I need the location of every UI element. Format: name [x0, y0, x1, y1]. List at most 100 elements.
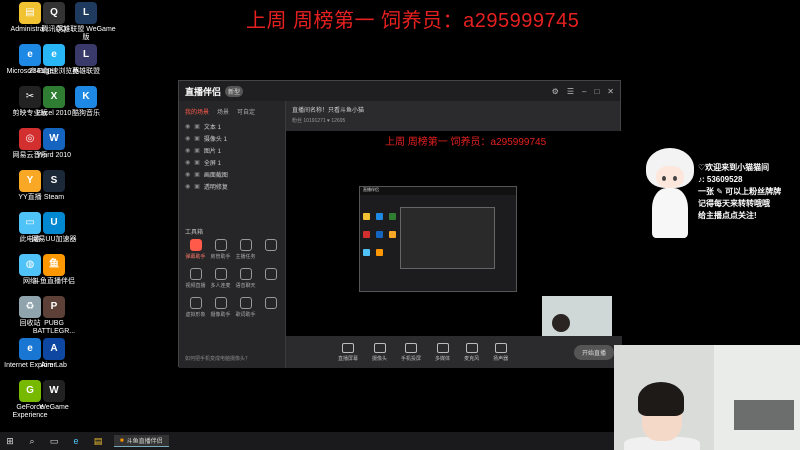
lock-icon[interactable]: ▣: [194, 159, 200, 166]
promo-line: 给主播点点关注!: [698, 211, 757, 220]
visibility-icon[interactable]: ◉: [185, 171, 190, 178]
tool-icon: [264, 268, 277, 280]
tool-icon: [214, 268, 227, 280]
lock-icon[interactable]: ▣: [194, 171, 200, 178]
toolbox-tool[interactable]: 多人连麦: [208, 268, 233, 289]
tool-label: 虚拟形象: [185, 312, 206, 318]
desktop-icon[interactable]: K 酷狗音乐: [56, 86, 116, 118]
lock-icon[interactable]: ▣: [194, 123, 200, 130]
toolbox-tool[interactable]: [258, 239, 283, 260]
mascot-sticker: [640, 148, 700, 240]
desktop-icon[interactable]: L 英雄联盟 WeGame版: [56, 2, 116, 42]
tab-custom[interactable]: 可自定: [237, 107, 255, 116]
desktop-icon[interactable]: 鱼斗鱼直播伴侣: [24, 254, 84, 286]
preview-area: 直播间名称！只看斗鱼小猫 粉丝 10191271 ♥ 12695 上周 周榜第一…: [286, 101, 622, 368]
visibility-icon[interactable]: ◉: [185, 183, 190, 190]
tool-icon: [239, 268, 252, 280]
toolbox-tool[interactable]: 语音聊天: [233, 268, 258, 289]
desktop-icon[interactable]: W Word 2010: [24, 128, 84, 160]
toolbox-tool[interactable]: 摄像助手: [208, 297, 233, 318]
app-titlebar: 直播伴侣 新型 ⚙ ☰ – □ ✕: [179, 81, 620, 101]
douyu-icon: 鱼: [43, 254, 65, 276]
task-view-icon[interactable]: ▭: [48, 435, 60, 447]
desktop-icon-label: 英雄联盟 WeGame版: [56, 26, 116, 41]
toolbox-tool[interactable]: 主播任务: [233, 239, 258, 260]
toolbox-tool[interactable]: 弹幕助手: [183, 239, 208, 260]
tab-scenes[interactable]: 场景: [217, 107, 229, 116]
tool-icon: [239, 239, 252, 251]
visibility-icon[interactable]: ◉: [185, 123, 190, 130]
close-icon[interactable]: ✕: [607, 87, 614, 96]
tool-icon: [214, 239, 227, 251]
stream-overlay-banner: 上周 周榜第一 饲养员：a295999745: [246, 10, 580, 32]
desktop-icon[interactable]: L 英雄联盟: [56, 44, 116, 76]
app-badge: 新型: [225, 85, 244, 97]
visibility-icon[interactable]: ◉: [185, 135, 190, 142]
desktop-icon-label: Steam: [43, 194, 65, 201]
scene-item[interactable]: ◉ ▣ 摄像头 1: [179, 132, 285, 144]
screen-capture-button[interactable]: 直播屏幕: [338, 342, 358, 362]
desktop-icon[interactable]: A Aim Lab: [24, 338, 84, 370]
speaker-button[interactable]: 扬声器: [493, 342, 508, 362]
scene-panel: 我的场景 场景 可自定 ◉ ▣ 文本 1 ◉ ▣ 摄像头 1 ◉ ▣ 图片 1 ◉ ▣ 全屏 1 ◉ ▣ 画…: [179, 101, 286, 368]
lock-icon[interactable]: ▣: [194, 183, 200, 190]
tool-icon: [264, 239, 277, 251]
search-icon[interactable]: ⌕: [26, 435, 38, 447]
steam-icon: S: [43, 170, 65, 192]
maximize-icon[interactable]: □: [594, 87, 599, 96]
phone-camera-tip[interactable]: 如何把手机变成电脑摄像头？: [185, 355, 250, 362]
toolbox-tool[interactable]: 房管助手: [208, 239, 233, 260]
scene-item[interactable]: ◉ ▣ 图片 1: [179, 144, 285, 156]
tool-label: 摄像助手: [210, 312, 231, 318]
visibility-icon[interactable]: ◉: [185, 159, 190, 166]
toolbox-tool[interactable]: 视频直播: [183, 268, 208, 289]
tool-icon: [264, 297, 277, 309]
preview-webcam: [542, 296, 612, 338]
toolbox-tool[interactable]: 歌词助手: [233, 297, 258, 318]
minimize-icon[interactable]: –: [582, 87, 586, 96]
source-toolbar: 直播屏幕 摄像头 手机投屏 多媒体 麦克风 扬声器 开始直播: [286, 336, 622, 368]
desktop-icon[interactable]: S Steam: [24, 170, 84, 202]
taskbar-app-douyu[interactable]: ■ 斗鱼直播伴侣: [114, 435, 169, 447]
nested-desktop-icons: [360, 209, 400, 263]
wegame-icon: W: [43, 380, 65, 402]
promo-line: ♪: 53609528: [698, 175, 743, 184]
webcam-feed: [614, 345, 800, 450]
nested-preview-window: 直播伴侣: [359, 186, 517, 292]
lock-icon[interactable]: ▣: [194, 135, 200, 142]
lock-icon[interactable]: ▣: [194, 147, 200, 154]
scene-label: 画面截图: [203, 172, 228, 179]
visibility-icon[interactable]: ◉: [185, 147, 190, 154]
camera-button[interactable]: 摄像头: [372, 342, 387, 362]
scene-item[interactable]: ◉ ▣ 画面截图: [179, 168, 285, 180]
microphone-button[interactable]: 麦克风: [464, 342, 479, 362]
scene-label: 全屏 1: [203, 160, 221, 167]
edge-taskbar-icon[interactable]: e: [70, 435, 82, 447]
media-button[interactable]: 多媒体: [435, 342, 450, 362]
toolbox-title: 工具箱: [185, 230, 204, 236]
tool-icon: [189, 297, 202, 309]
start-stream-button[interactable]: 开始直播: [573, 344, 614, 360]
tab-my-scenes[interactable]: 我的场景: [185, 107, 209, 116]
phone-cast-button[interactable]: 手机投屏: [401, 342, 421, 362]
desktop-icon[interactable]: U 网易UU加速器: [24, 212, 84, 244]
nested-screen: [400, 207, 495, 269]
scene-item[interactable]: ◉ ▣ 全屏 1: [179, 156, 285, 168]
menu-icon[interactable]: ☰: [567, 87, 574, 96]
stream-preview[interactable]: 上周 周榜第一 饲养员：a295999745 直播伴侣: [286, 131, 622, 338]
file-explorer-icon[interactable]: ▤: [92, 435, 104, 447]
toolbox-tool[interactable]: 虚拟形象: [183, 297, 208, 318]
scene-item[interactable]: ◉ ▣ 文本 1: [179, 120, 285, 132]
uu-icon: U: [43, 212, 65, 234]
desktop-icon-label: 酷狗音乐: [72, 110, 100, 117]
settings-icon[interactable]: ⚙: [552, 87, 559, 96]
toolbox-tool[interactable]: [258, 297, 283, 318]
tool-label: 多人连麦: [210, 283, 231, 289]
desktop-icon[interactable]: W WeGame: [24, 380, 84, 412]
tool-icon: [214, 297, 227, 309]
scene-list: ◉ ▣ 文本 1 ◉ ▣ 摄像头 1 ◉ ▣ 图片 1 ◉ ▣ 全屏 1 ◉ ▣ 画面截图 ◉ ▣ 透明修复: [179, 120, 285, 192]
scene-item[interactable]: ◉ ▣ 透明修复: [179, 180, 285, 192]
desktop-icon[interactable]: P PUBG BATTLEGR...: [24, 296, 84, 336]
windows-start-icon[interactable]: ⊞: [4, 435, 16, 447]
toolbox-tool[interactable]: [258, 268, 283, 289]
